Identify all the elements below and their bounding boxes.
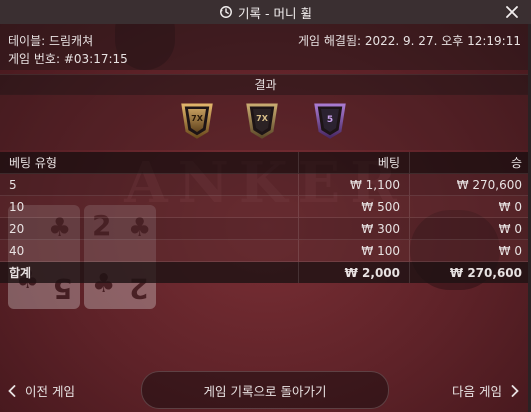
resolved-time: 게임 해결됨: 2022. 9. 27. 오후 12:19:11 — [298, 34, 521, 48]
close-button[interactable] — [503, 3, 521, 21]
table-name: 테이블: 드림캐쳐 — [8, 34, 94, 48]
bet-type-cell: 40 — [0, 239, 299, 262]
total-bet: ₩ 2,000 — [298, 261, 410, 283]
bets-table: 베팅 유형 베팅 승 5 ₩ 1,100 ₩ 270,600 10 ₩ 500 … — [0, 152, 531, 283]
bet-type-cell: 20 — [0, 217, 299, 240]
table-row: 10 ₩ 500 ₩ 0 — [0, 195, 531, 218]
window-title: 기록 - 머니 휠 — [238, 5, 312, 21]
bet-amount-cell: ₩ 1,100 — [298, 173, 410, 196]
result-chips: 7X 7X 5 — [0, 94, 531, 150]
bet-type-cell: 10 — [0, 195, 299, 218]
result-header: 결과 — [0, 74, 531, 95]
bet-amount-cell: ₩ 100 — [298, 239, 410, 262]
title-bar: 기록 - 머니 휠 — [0, 0, 531, 24]
table-header-row: 베팅 유형 베팅 승 — [0, 152, 531, 174]
win-amount-cell: ₩ 0 — [409, 217, 531, 240]
win-amount-cell: ₩ 270,600 — [409, 173, 531, 196]
win-amount-cell: ₩ 0 — [409, 239, 531, 262]
svg-text:7X: 7X — [191, 114, 204, 123]
svg-text:5: 5 — [327, 115, 333, 125]
bet-type-cell: 5 — [0, 173, 299, 196]
column-header-bet: 베팅 — [298, 152, 410, 174]
history-clock-icon — [220, 6, 232, 18]
game-number: 게임 번호: #03:17:15 — [8, 52, 128, 66]
table-row: 5 ₩ 1,100 ₩ 270,600 — [0, 173, 531, 196]
total-win: ₩ 270,600 — [409, 261, 531, 283]
chevron-right-icon — [511, 384, 519, 397]
bet-amount-cell: ₩ 300 — [298, 217, 410, 240]
column-header-bet-type: 베팅 유형 — [0, 152, 299, 174]
back-to-history-label: 게임 기록으로 돌아가기 — [203, 383, 327, 399]
history-navigation: 이전 게임 게임 기록으로 돌아가기 다음 게임 — [0, 368, 531, 412]
chevron-left-icon — [8, 384, 16, 397]
back-to-history-button[interactable]: 게임 기록으로 돌아가기 — [141, 371, 389, 409]
total-row: 합계 ₩ 2,000 ₩ 270,600 — [0, 261, 531, 283]
previous-game-label: 이전 게임 — [25, 384, 75, 399]
next-game-button[interactable]: 다음 게임 — [452, 381, 519, 400]
result-chip: 5 — [314, 103, 346, 139]
bet-amount-cell: ₩ 500 — [298, 195, 410, 218]
total-label: 합계 — [0, 261, 299, 283]
game-info-panel: 테이블: 드림캐쳐 게임 번호: #03:17:15 게임 해결됨: 2022.… — [0, 24, 531, 70]
result-chip: 7X — [246, 103, 278, 139]
svg-text:7X: 7X — [256, 114, 269, 123]
previous-game-button[interactable]: 이전 게임 — [8, 381, 75, 400]
win-amount-cell: ₩ 0 — [409, 195, 531, 218]
table-row: 40 ₩ 100 ₩ 0 — [0, 239, 531, 262]
close-icon — [506, 6, 518, 18]
table-row: 20 ₩ 300 ₩ 0 — [0, 217, 531, 240]
column-header-win: 승 — [409, 152, 531, 174]
next-game-label: 다음 게임 — [452, 384, 502, 399]
result-chip: 7X — [181, 103, 213, 139]
